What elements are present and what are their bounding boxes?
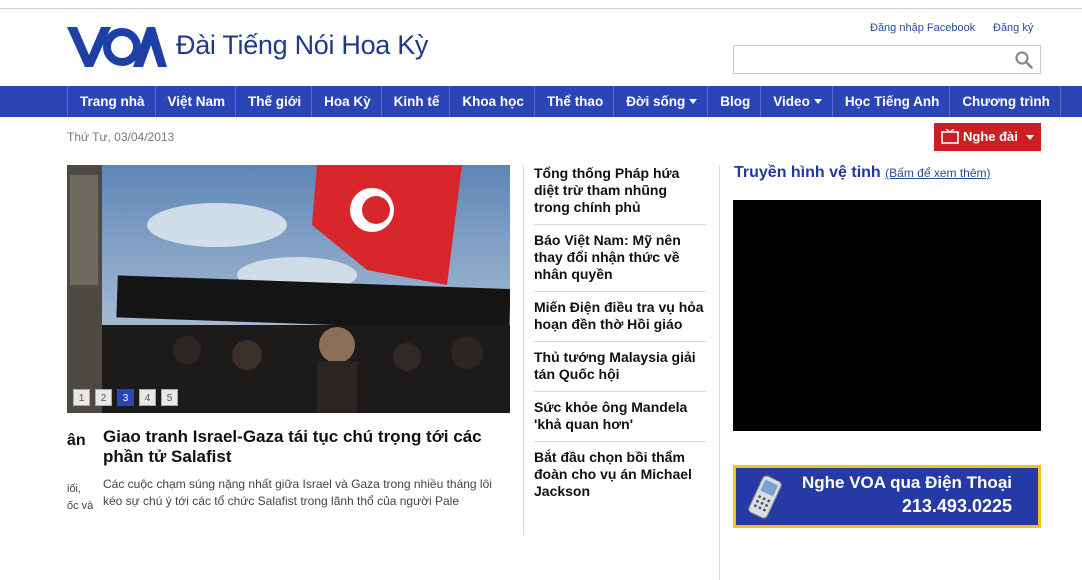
register-link[interactable]: Đăng ký <box>993 22 1033 34</box>
nav-item-hoa-ky[interactable]: Hoa Kỳ <box>311 86 381 117</box>
top-divider <box>0 8 1082 9</box>
carousel-page-5[interactable]: 5 <box>161 389 178 406</box>
nav-item-chuong-trinh[interactable]: Chương trình <box>949 86 1061 117</box>
headline-item[interactable]: Sức khỏe ông Mandela 'khả quan hơn' <box>534 399 706 442</box>
headline-item[interactable]: Miến Điện điều tra vụ hỏa hoạn đền thờ H… <box>534 299 706 342</box>
phone-number: 213.493.0225 <box>901 496 1012 516</box>
headline-list: Tổng thống Pháp hứa diệt trừ tham nhũng … <box>534 165 706 515</box>
nav-item-viet-nam[interactable]: Việt Nam <box>154 86 236 117</box>
nav-item-kinh-te[interactable]: Kinh tế <box>380 86 450 117</box>
video-player[interactable] <box>733 200 1041 431</box>
headline-item[interactable]: Thủ tướng Malaysia giải tán Quốc hội <box>534 349 706 392</box>
search-input[interactable] <box>734 46 1004 73</box>
carousel-page-3[interactable]: 3 <box>117 389 134 406</box>
nav-item-blog[interactable]: Blog <box>707 86 760 117</box>
nav-item-video[interactable]: Video <box>760 86 832 117</box>
chevron-down-icon <box>813 99 822 104</box>
column-divider <box>523 165 524 535</box>
tv-icon <box>941 129 959 144</box>
search-icon[interactable] <box>1015 51 1033 69</box>
nav-item-doi-song[interactable]: Đời sống <box>613 86 707 117</box>
chevron-down-icon <box>1026 135 1034 140</box>
carousel-page-4[interactable]: 4 <box>139 389 156 406</box>
satellite-tv-title[interactable]: Truyền hình vệ tinh <box>734 164 881 181</box>
satellite-tv-heading: Truyền hình vệ tinh (Bấm để xem thêm) <box>734 164 991 182</box>
headline-item[interactable]: Báo Việt Nam: Mỹ nên thay đổi nhận thức … <box>534 232 706 292</box>
see-more-link[interactable]: (Bấm để xem thêm) <box>885 166 990 180</box>
voa-logo[interactable] <box>67 25 167 69</box>
nav-item-khoa-hoc[interactable]: Khoa học <box>449 86 534 117</box>
carousel-page-1[interactable]: 1 <box>73 389 90 406</box>
main-nav: Trang nhà Việt Nam Thế giới Hoa Kỳ Kinh … <box>0 86 1082 117</box>
search-box[interactable] <box>733 45 1041 74</box>
site-title[interactable]: Đài Tiếng Nói Hoa Kỳ <box>176 30 428 61</box>
listen-radio-button[interactable]: Nghe đài <box>934 123 1041 151</box>
chevron-down-icon <box>689 99 698 104</box>
carousel-pager: 1 2 3 4 5 <box>73 389 183 406</box>
nav-item-the-thao[interactable]: Thể thao <box>533 86 613 117</box>
prev-slide-text-fragment: iối, ốc và <box>67 483 94 512</box>
headline-item[interactable]: Bắt đầu chọn bồi thẩm đoàn cho vụ án Mic… <box>534 449 706 508</box>
nav-item-trang-nha[interactable]: Trang nhà <box>67 86 155 117</box>
headline-item[interactable]: Tổng thống Pháp hứa diệt trừ tham nhũng … <box>534 165 706 225</box>
nav-item-hoc-tieng-anh[interactable]: Học Tiếng Anh <box>831 86 950 117</box>
phone-banner-title: Nghe VOA qua Điện Thoại <box>802 473 1012 492</box>
nav-item-the-gioi[interactable]: Thế giới <box>235 86 311 117</box>
facebook-login-link[interactable]: Đăng nhập Facebook <box>870 22 975 34</box>
featured-story-summary: Các cuộc chạm súng nặng nhất giữa Israel… <box>103 477 492 508</box>
featured-story-title[interactable]: Giao tranh Israel-Gaza tái tục chú trọng… <box>103 427 513 467</box>
current-date: Thứ Tư, 03/04/2013 <box>67 130 175 144</box>
carousel-page-2[interactable]: 2 <box>95 389 112 406</box>
carousel-image[interactable] <box>67 165 510 413</box>
prev-slide-title-fragment: ân <box>67 432 86 449</box>
phone-listen-banner[interactable]: Nghe VOA qua Điện Thoại 213.493.0225 <box>733 465 1041 528</box>
mobile-phone-icon <box>748 475 782 519</box>
column-divider <box>719 165 720 580</box>
protest-photo <box>67 165 510 413</box>
